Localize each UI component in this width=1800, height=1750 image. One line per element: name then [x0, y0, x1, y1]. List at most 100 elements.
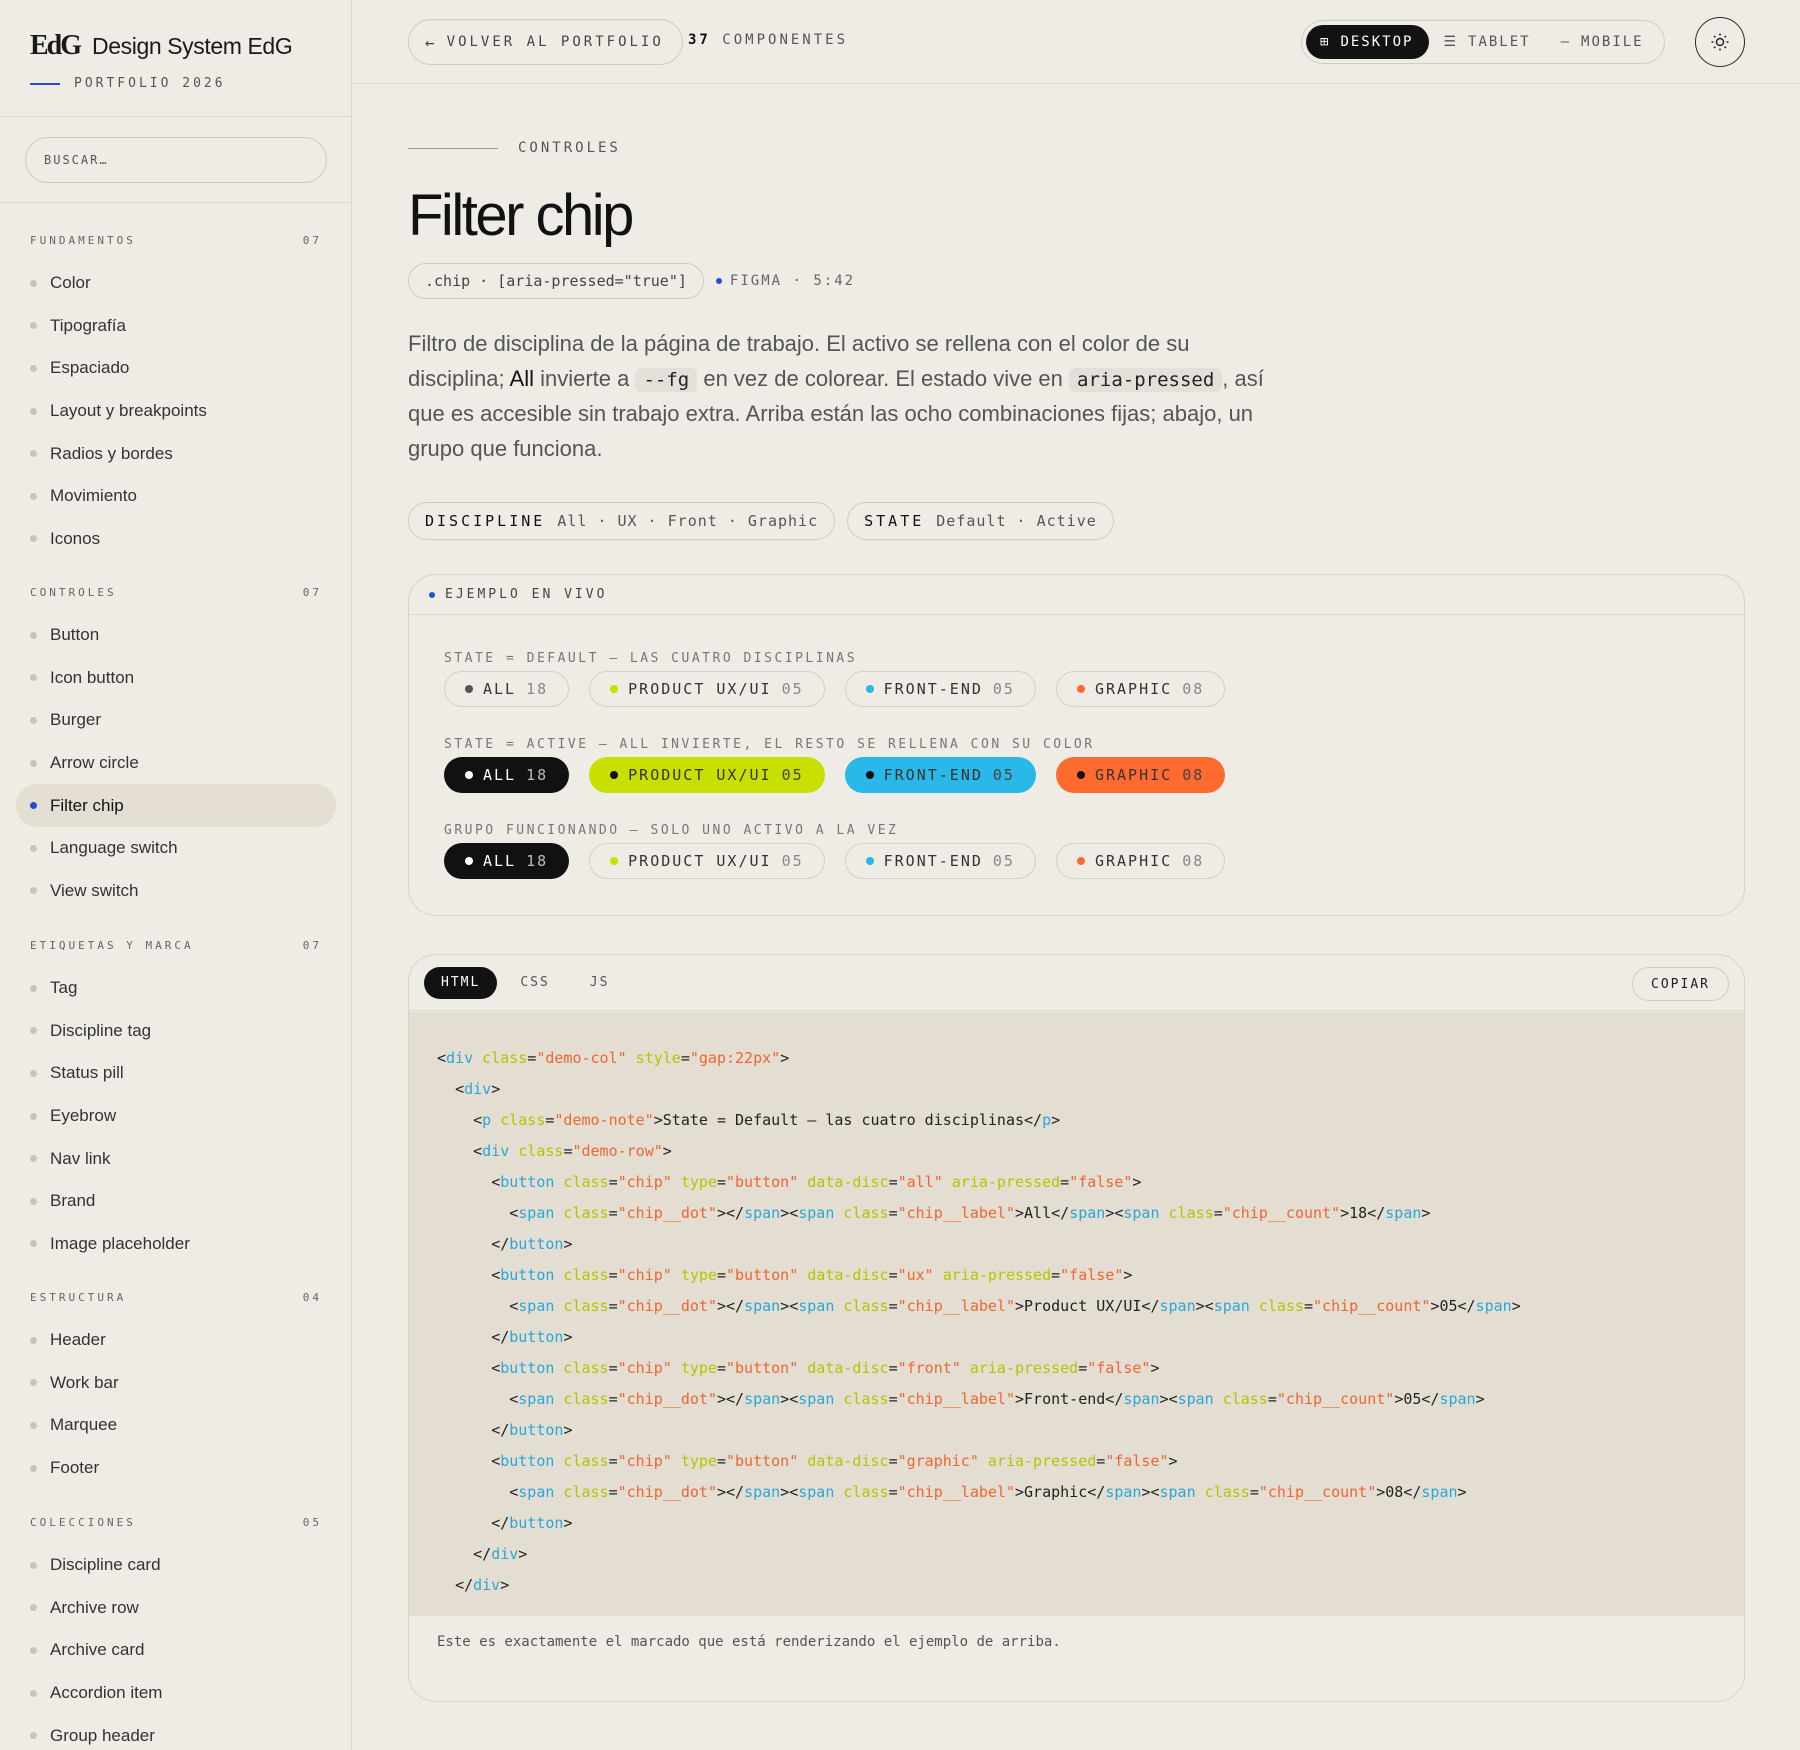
view-option-desktop[interactable]: ⊞ DESKTOP — [1306, 25, 1430, 59]
view-option-mobile[interactable]: — MOBILE — [1547, 25, 1660, 59]
page-description: Filtro de disciplina de la página de tra… — [408, 327, 1278, 466]
sidebar-item-icon-button[interactable]: Icon button — [16, 657, 336, 700]
code-token: class — [834, 1203, 889, 1222]
copy-button[interactable]: COPIAR — [1632, 967, 1729, 1001]
code-token: span — [1123, 1389, 1160, 1408]
sidebar-item-group-header[interactable]: Group header — [16, 1714, 336, 1750]
sidebar-item-archive-card[interactable]: Archive card — [16, 1629, 336, 1672]
sidebar-item-footer[interactable]: Footer — [16, 1447, 336, 1490]
topbar: ← VOLVER AL PORTFOLIO 37 COMPONENTES ⊞ DE… — [352, 0, 1800, 84]
chip-count: 18 — [526, 766, 549, 784]
filter-chip-all[interactable]: ALL 18 — [444, 843, 570, 879]
tab-js[interactable]: JS — [573, 967, 627, 999]
sidebar-item-arrow-circle[interactable]: Arrow circle — [16, 742, 336, 785]
sidebar-item-label: Radios y bordes — [50, 443, 173, 463]
sidebar-item-eyebrow[interactable]: Eyebrow — [16, 1095, 336, 1138]
sidebar-item-label: Eyebrow — [50, 1106, 117, 1126]
code-token: > — [563, 1420, 573, 1439]
sidebar-item-color[interactable]: Color — [16, 262, 336, 305]
code-token: = — [888, 1265, 898, 1284]
code-token: > — [1475, 1389, 1485, 1408]
nav-bullet-icon — [30, 984, 37, 992]
sidebar-item-tipograf-a[interactable]: Tipografía — [16, 305, 336, 348]
filter-chip-front[interactable]: FRONT-END 05 — [844, 757, 1036, 793]
component-count-label: COMPONENTES — [722, 32, 849, 48]
sidebar-item-brand[interactable]: Brand — [16, 1180, 336, 1223]
sidebar-item-espaciado[interactable]: Espaciado — [16, 347, 336, 390]
filter-chip-all[interactable]: ALL 18 — [444, 671, 570, 707]
chip-label: PRODUCT UX/UI — [628, 852, 772, 870]
filter-chip-front[interactable]: FRONT-END 05 — [844, 671, 1036, 707]
nav-bullet-icon — [30, 1646, 37, 1654]
prop-pill-state: STATE Default · Active — [847, 502, 1114, 540]
sidebar-item-layout-y-breakpoints[interactable]: Layout y breakpoints — [16, 390, 336, 433]
live-example-title: EJEMPLO EN VIVO — [445, 587, 608, 602]
filter-chip-ux[interactable]: PRODUCT UX/UI 05 — [589, 671, 825, 707]
sidebar-item-iconos[interactable]: Iconos — [16, 518, 336, 561]
sidebar-item-header[interactable]: Header — [16, 1319, 336, 1362]
back-to-portfolio-button[interactable]: ← VOLVER AL PORTFOLIO — [408, 19, 683, 65]
desc-code-fg: --fg — [635, 367, 698, 392]
code-token: = — [1249, 1482, 1259, 1501]
filter-chip-ux[interactable]: PRODUCT UX/UI 05 — [589, 757, 825, 793]
figma-ref[interactable]: FIGMA · 5:42 — [715, 273, 855, 289]
sidebar-item-filter-chip[interactable]: Filter chip — [16, 784, 336, 827]
nav-bullet-icon — [30, 1336, 37, 1344]
sidebar-item-tag[interactable]: Tag — [16, 967, 336, 1010]
brand[interactable]: EdG Design System EdG PORTFOLIO 2026 — [0, 0, 351, 117]
nav-group-fundamentos: FUNDAMENTOS 07 Color Tipografía Espaciado Lay… — [0, 231, 351, 561]
nav-bullet-icon — [30, 674, 37, 682]
sidebar-item-movimiento[interactable]: Movimiento — [16, 475, 336, 518]
sidebar-item-discipline-tag[interactable]: Discipline tag — [16, 1010, 336, 1053]
filter-chip-ux[interactable]: PRODUCT UX/UI 05 — [589, 843, 825, 879]
code-token: span — [798, 1482, 835, 1501]
tab-css[interactable]: CSS — [503, 967, 566, 999]
sidebar-item-accordion-item[interactable]: Accordion item — [16, 1672, 336, 1715]
code-token: >State = Default — las cuatro disciplina… — [653, 1110, 1043, 1129]
sidebar-item-status-pill[interactable]: Status pill — [16, 1052, 336, 1095]
code-token: = — [680, 1048, 690, 1067]
tablet-icon: ☰ — [1443, 34, 1459, 50]
sidebar-item-marquee[interactable]: Marquee — [16, 1404, 336, 1447]
code-token: span — [1069, 1203, 1106, 1222]
sidebar-item-work-bar[interactable]: Work bar — [16, 1362, 336, 1405]
nav-group-items: Tag Discipline tag Status pill Eyebrow Nav l… — [16, 967, 336, 1265]
code-token: >< — [1159, 1389, 1178, 1408]
filter-chip-graphic[interactable]: GRAPHIC 08 — [1055, 843, 1226, 879]
sidebar-item-archive-row[interactable]: Archive row — [16, 1587, 336, 1630]
sidebar-item-label: Layout y breakpoints — [50, 401, 207, 421]
sidebar-item-view-switch[interactable]: View switch — [16, 870, 336, 913]
code-token: = — [716, 1265, 726, 1284]
code-token: span — [1421, 1482, 1458, 1501]
sidebar-item-burger[interactable]: Burger — [16, 699, 336, 742]
sidebar-item-nav-link[interactable]: Nav link — [16, 1137, 336, 1180]
sidebar-item-discipline-card[interactable]: Discipline card — [16, 1544, 336, 1587]
sidebar-item-language-switch[interactable]: Language switch — [16, 827, 336, 870]
theme-toggle-button[interactable] — [1695, 17, 1745, 67]
tab-html[interactable]: HTML — [424, 966, 498, 999]
sidebar-item-radios-y-bordes[interactable]: Radios y bordes — [16, 432, 336, 475]
search-input[interactable] — [25, 137, 327, 183]
filter-chip-all[interactable]: ALL 18 — [444, 757, 570, 793]
chip-count: 08 — [1182, 766, 1205, 784]
code-token: = — [716, 1451, 726, 1470]
view-option-tablet[interactable]: ☰ TABLET — [1429, 25, 1546, 59]
code-token: span — [1123, 1203, 1160, 1222]
nav-group-title: CONTROLES — [30, 585, 117, 599]
code-token: > — [780, 1048, 790, 1067]
filter-chip-front[interactable]: FRONT-END 05 — [844, 843, 1036, 879]
sidebar-item-button[interactable]: Button — [16, 614, 336, 657]
code-token: "demo-row" — [572, 1141, 663, 1160]
code-token: aria-pressed — [960, 1358, 1079, 1377]
filter-chip-graphic[interactable]: GRAPHIC 08 — [1055, 671, 1226, 707]
filter-chip-graphic[interactable]: GRAPHIC 08 — [1055, 757, 1226, 793]
code-token: type — [671, 1172, 717, 1191]
nav-group-title: FUNDAMENTOS — [30, 233, 136, 247]
code-token: class — [554, 1203, 609, 1222]
figma-dot-icon — [715, 278, 722, 284]
sidebar-item-image-placeholder[interactable]: Image placeholder — [16, 1223, 336, 1266]
